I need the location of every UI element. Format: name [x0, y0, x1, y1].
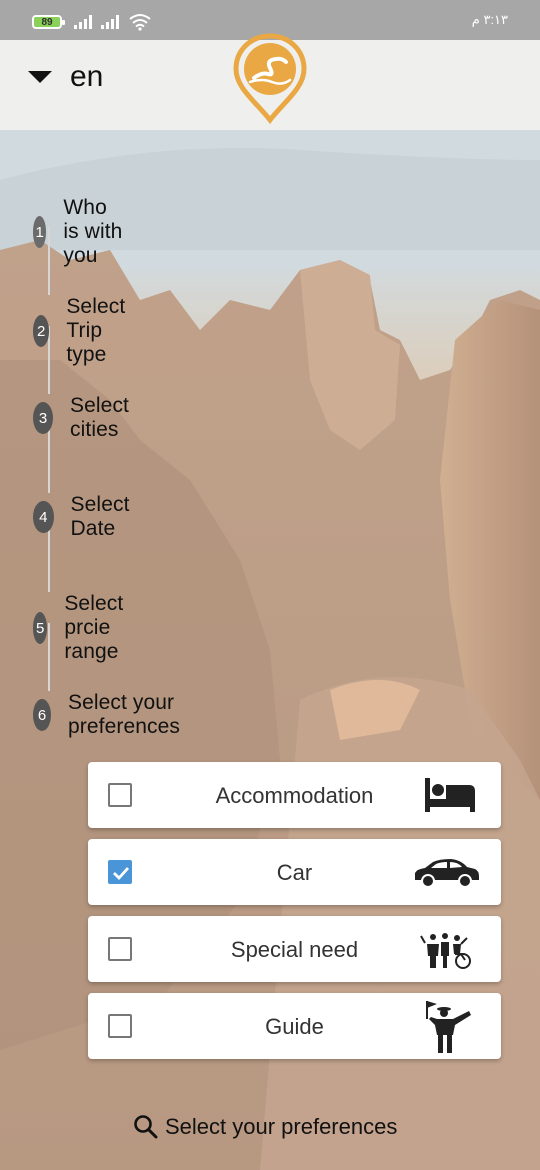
step-number: 5 [33, 612, 48, 644]
preference-accommodation[interactable]: Accommodation [88, 762, 501, 828]
signal-icon [101, 15, 119, 29]
step-who-is-with-you[interactable]: 1 Who is with you [33, 196, 125, 268]
step-price-range[interactable]: 5 Select prcie range [33, 592, 141, 664]
step-date[interactable]: 4 Select Date [33, 493, 141, 541]
search-icon [134, 1115, 158, 1139]
step-number: 2 [33, 315, 50, 347]
battery-icon: 89 [32, 15, 65, 29]
step-label: Select Trip type [66, 295, 126, 366]
language-selector[interactable]: en [28, 60, 103, 94]
step-label: Select Date [70, 493, 130, 540]
step-number: 1 [33, 216, 47, 248]
step-label: Select your preferences [68, 691, 180, 738]
step-label: Select prcie range [64, 592, 124, 663]
step-label: Who is with you [63, 196, 123, 267]
bed-icon [425, 778, 475, 812]
select-preferences-label: Select your preferences [165, 1114, 398, 1139]
preference-car[interactable]: Car [88, 839, 501, 905]
status-time: ٣:١٣ م [471, 12, 508, 27]
step-trip-type[interactable]: 2 Select Trip type [33, 295, 141, 367]
preference-guide[interactable]: Guide [88, 993, 501, 1059]
preference-special-need[interactable]: Special need [88, 916, 501, 982]
step-number: 3 [33, 402, 54, 434]
select-preferences-button[interactable]: Select your preferences [133, 1114, 397, 1140]
step-preferences[interactable]: 6 Select your preferences [33, 691, 194, 739]
step-cities[interactable]: 3 Select cities [33, 394, 141, 442]
language-label: en [70, 60, 104, 93]
car-icon [415, 859, 479, 888]
location-pin-logo-icon [233, 33, 307, 124]
special-need-icon [420, 933, 471, 969]
caret-down-icon [28, 71, 52, 83]
step-number: 4 [33, 501, 54, 533]
signal-icon [74, 15, 92, 29]
battery-level: 89 [41, 16, 53, 28]
step-number: 6 [33, 699, 51, 731]
guide-icon [426, 1001, 471, 1053]
step-label: Select cities [70, 394, 129, 441]
wifi-icon [129, 14, 151, 31]
